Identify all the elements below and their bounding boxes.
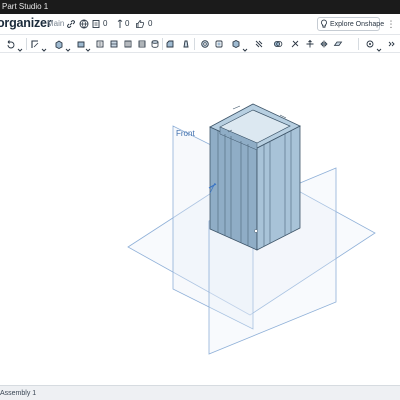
mirror-icon[interactable]	[318, 38, 329, 49]
feature-toolbar	[0, 35, 400, 53]
branch-icon[interactable]	[115, 18, 125, 30]
split-icon[interactable]	[289, 38, 300, 49]
transform-icon[interactable]	[304, 38, 315, 49]
explore-onshape-button[interactable]: Explore Onshape	[317, 17, 384, 31]
draft-icon[interactable]	[180, 38, 191, 49]
more-icon[interactable]	[386, 38, 397, 49]
chamfer-icon[interactable]	[164, 38, 175, 49]
chevron-down-icon[interactable]	[41, 40, 47, 52]
graphics-viewport[interactable]: Front	[0, 53, 400, 385]
branches-count: 0	[125, 19, 130, 28]
loft-icon[interactable]	[108, 38, 119, 49]
chevron-down-icon[interactable]	[65, 40, 71, 52]
chevron-down-icon[interactable]	[242, 40, 248, 52]
document-name[interactable]: organizer	[0, 16, 52, 30]
versions-icon[interactable]	[91, 18, 101, 30]
sketch-icon[interactable]	[29, 38, 40, 49]
scene-graphics	[127, 103, 376, 355]
mate-connector-icon[interactable]	[364, 38, 375, 49]
toolbar-divider	[26, 38, 27, 50]
more-vertical-icon[interactable]: ⋮	[384, 17, 398, 31]
extrude-icon[interactable]	[53, 38, 64, 49]
tab-assembly[interactable]: Assembly 1	[0, 387, 40, 400]
undo-icon[interactable]	[5, 38, 16, 49]
likes-count: 0	[148, 19, 153, 28]
front-plane-label[interactable]: Front	[176, 129, 195, 138]
lightbulb-icon	[320, 19, 328, 29]
document-bar: organizer Main 0 0 0 Explore Onshape ⋮	[0, 14, 400, 35]
window-titlebar: Part Studio 1	[0, 0, 400, 14]
thicken-icon[interactable]	[122, 38, 133, 49]
link-icon[interactable]	[66, 18, 76, 30]
chevron-down-icon[interactable]	[376, 40, 382, 52]
hole-icon[interactable]	[230, 38, 241, 49]
chevron-down-icon[interactable]	[17, 40, 23, 52]
boolean-icon[interactable]	[272, 38, 283, 49]
bottom-tab-bar: Assembly 1	[0, 385, 400, 400]
toolbar-divider	[358, 38, 359, 50]
toolbar-divider	[194, 38, 195, 50]
rib-icon[interactable]	[199, 38, 210, 49]
plane-icon[interactable]	[332, 38, 343, 49]
like-icon[interactable]	[135, 18, 145, 30]
organizer-part[interactable]	[209, 103, 301, 251]
versions-count: 0	[103, 19, 108, 28]
explore-onshape-label: Explore Onshape	[330, 20, 385, 28]
fillet-icon[interactable]	[149, 38, 160, 49]
shell-icon[interactable]	[213, 38, 224, 49]
toolbar-divider	[162, 38, 163, 50]
linear-pattern-icon[interactable]	[253, 38, 264, 49]
globe-icon[interactable]	[79, 18, 89, 30]
chevron-down-icon[interactable]	[85, 40, 91, 52]
window-title: Part Studio 1	[2, 2, 49, 11]
branch-label[interactable]: Main	[47, 19, 64, 28]
sweep-icon[interactable]	[94, 38, 105, 49]
enclose-icon[interactable]	[136, 38, 147, 49]
